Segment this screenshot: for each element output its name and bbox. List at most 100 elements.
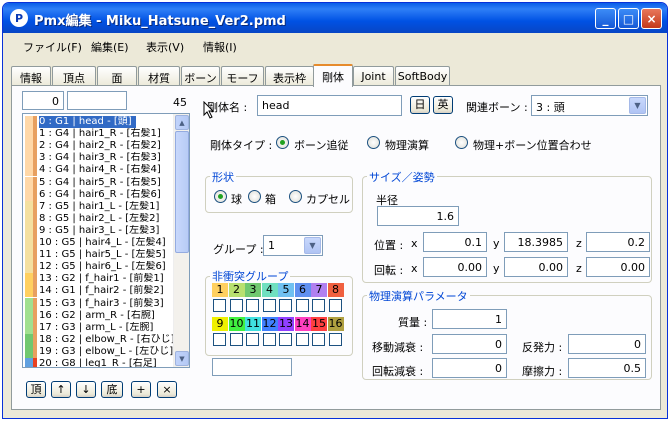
move-up-button[interactable]: ↑ — [51, 381, 71, 398]
search-field[interactable] — [67, 91, 127, 110]
type-physics-label: 物理演算 — [385, 139, 429, 152]
item-color-swatch — [33, 249, 37, 262]
menu-edit[interactable]: 編集(E) — [91, 39, 129, 55]
rigid-body-list[interactable]: 0 : G1 | head - [頭] 1 : G4 | hair1_R - [右… — [22, 113, 190, 368]
tab-softbody[interactable]: SoftBody — [395, 66, 450, 86]
noncollision-value-field[interactable] — [212, 358, 292, 376]
tab-display-frame[interactable]: 表示枠 — [265, 66, 314, 86]
radius-input[interactable]: 1.6 — [377, 206, 459, 226]
list-item[interactable]: 3 : G4 | hair3_R - [右髪3] — [23, 152, 175, 165]
close-button[interactable]: × — [641, 8, 662, 29]
noncollision-checkbox[interactable] — [262, 299, 276, 312]
list-item[interactable]: 18 : G2 | elbow_R - [右ひじ] — [23, 333, 175, 346]
noncollision-checkbox[interactable] — [279, 333, 292, 346]
noncollision-checkbox[interactable] — [295, 299, 309, 312]
list-item[interactable]: 8 : G5 | hair2_L - [左髪2] — [23, 212, 175, 225]
menu-view[interactable]: 表示(V) — [146, 39, 184, 55]
list-item[interactable]: 10 : G5 | hair4_L - [左髪4] — [23, 237, 175, 249]
list-item[interactable]: 9 : G5 | hair3_L - [左髪3] — [23, 224, 175, 237]
rot-damping-input[interactable]: 0 — [432, 358, 507, 378]
tab-material[interactable]: 材質 — [138, 66, 180, 86]
type-physics-bone-radio[interactable] — [455, 136, 468, 149]
tab-joint[interactable]: Joint — [353, 66, 394, 86]
friction-input[interactable]: 0.5 — [568, 358, 646, 378]
delete-button[interactable]: × — [157, 381, 177, 398]
list-item[interactable]: 7 : G5 | hair1_L - [左髪1] — [23, 200, 175, 213]
list-item[interactable]: 0 : G1 | head - [頭] — [23, 116, 175, 128]
noncollision-checkbox[interactable] — [295, 333, 309, 346]
noncollision-checkbox[interactable] — [279, 299, 292, 312]
list-item[interactable]: 1 : G4 | hair1_R - [右髪1] — [23, 128, 175, 141]
shape-box-radio[interactable] — [248, 190, 261, 203]
scroll-down-icon[interactable]: ▼ — [175, 351, 189, 366]
shape-sphere-radio[interactable] — [214, 190, 227, 203]
item-color-swatch — [25, 297, 33, 310]
list-item[interactable]: 13 : G2 | f_hair1 - [前髪1] — [23, 273, 175, 286]
list-item[interactable]: 15 : G3 | f_hair3 - [前髪3] — [23, 297, 175, 310]
rot-y-input[interactable]: 0.00 — [504, 257, 568, 277]
restitution-input[interactable]: 0 — [568, 334, 646, 354]
list-item[interactable]: 17 : G3 | arm_L - [左腕] — [23, 321, 175, 334]
shape-box-label: 箱 — [265, 193, 276, 206]
list-item[interactable]: 20 : G8 | leg1_R - [右足] — [23, 358, 175, 367]
scroll-thumb[interactable] — [175, 131, 189, 253]
title-bar[interactable]: P Pmx編集 - Miku_Hatsune_Ver2.pmd _ □ × — [3, 3, 667, 33]
tab-rigid-body[interactable]: 剛体 — [313, 64, 353, 87]
type-bone-radio[interactable] — [276, 136, 289, 149]
move-damping-input[interactable]: 0 — [432, 334, 507, 354]
noncollision-checkbox[interactable] — [229, 333, 243, 346]
menu-info[interactable]: 情報(I) — [203, 39, 237, 55]
chevron-down-icon[interactable]: ▼ — [629, 97, 646, 114]
index-field[interactable]: 0 — [22, 91, 64, 110]
group-select[interactable]: 1 ▼ — [263, 235, 323, 256]
maximize-button[interactable]: □ — [618, 8, 639, 29]
move-bottom-button[interactable]: 底 — [101, 381, 123, 398]
list-item[interactable]: 16 : G2 | arm_R - [右腕] — [23, 309, 175, 322]
noncollision-checkbox[interactable] — [312, 333, 325, 346]
chevron-down-icon[interactable]: ▼ — [304, 237, 321, 254]
noncollision-checkbox[interactable] — [213, 299, 226, 312]
list-item[interactable]: 4 : G4 | hair4_R - [右髪4] — [23, 164, 175, 177]
noncollision-checkbox[interactable] — [262, 333, 276, 346]
noncollision-checkbox[interactable] — [246, 333, 259, 346]
list-item[interactable]: 14 : G1 | f_hair2 - [前髪2] — [23, 285, 175, 298]
tab-info[interactable]: 情報 — [11, 66, 51, 86]
rot-x-input[interactable]: 0.00 — [423, 257, 487, 277]
bone-select[interactable]: 3 : 頭 ▼ — [531, 95, 648, 116]
noncollision-checkbox[interactable] — [328, 333, 342, 346]
move-top-button[interactable]: 頂 — [26, 381, 46, 398]
rot-z-input[interactable]: 0.00 — [586, 257, 650, 277]
rot-y-label: y — [493, 262, 500, 275]
scroll-up-icon[interactable]: ▲ — [175, 115, 189, 130]
list-item[interactable]: 11 : G5 | hair5_L - [左髪5] — [23, 249, 175, 262]
noncollision-checkbox[interactable] — [328, 299, 342, 312]
shape-capsule-radio[interactable] — [289, 190, 302, 203]
list-item[interactable]: 5 : G4 | hair5_R - [右髪5] — [23, 176, 175, 189]
list-item[interactable]: 12 : G5 | hair6_L - [左髪6] — [23, 261, 175, 274]
list-item[interactable]: 2 : G4 | hair2_R - [右髪2] — [23, 140, 175, 153]
noncollision-checkbox[interactable] — [229, 299, 243, 312]
tab-face[interactable]: 面 — [97, 66, 137, 86]
tab-vertex[interactable]: 頂点 — [52, 66, 96, 86]
pos-x-input[interactable]: 0.1 — [423, 232, 487, 252]
noncollision-checkbox[interactable] — [246, 299, 259, 312]
mass-input[interactable]: 1 — [432, 309, 507, 329]
noncollision-checkbox[interactable] — [213, 333, 226, 346]
add-button[interactable]: + — [131, 381, 151, 398]
list-scrollbar[interactable]: ▲ ▼ — [173, 114, 189, 367]
japanese-button[interactable]: 日 — [410, 96, 430, 114]
noncollision-checkbox[interactable] — [312, 299, 325, 312]
type-physics-radio[interactable] — [367, 136, 380, 149]
type-label: 剛体タイプ : — [210, 139, 273, 152]
menu-file[interactable]: ファイル(F) — [23, 39, 82, 55]
tab-bone[interactable]: ボーン — [181, 66, 220, 86]
move-down-button[interactable]: ↓ — [76, 381, 96, 398]
minimize-button[interactable]: _ — [595, 8, 616, 29]
pos-z-input[interactable]: 0.2 — [586, 232, 650, 252]
list-item[interactable]: 19 : G3 | elbow_L - [左ひじ] — [23, 345, 175, 358]
tab-morph[interactable]: モーフ — [221, 66, 264, 86]
name-input[interactable]: head — [257, 95, 402, 116]
english-button[interactable]: 英 — [433, 96, 453, 114]
pos-y-input[interactable]: 18.3985 — [504, 232, 568, 252]
list-item[interactable]: 6 : G4 | hair6_R - [右髪6] — [23, 188, 175, 201]
